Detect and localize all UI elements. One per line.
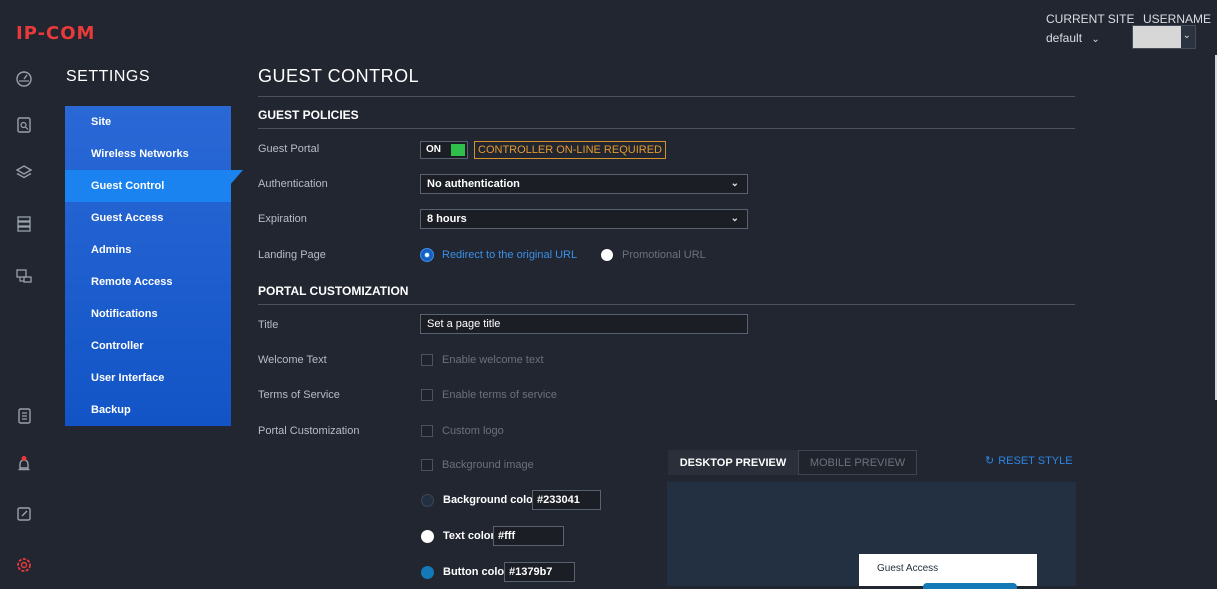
toggle-state: ON <box>426 144 441 155</box>
reset-style-button[interactable]: ↻ RESET STYLE <box>985 454 1073 467</box>
radio-redirect-original[interactable] <box>421 249 433 261</box>
guest-policies-heading: GUEST POLICIES <box>258 108 359 122</box>
settings-nav: Site Wireless Networks Guest Control Gue… <box>65 106 231 426</box>
custom-logo-checkbox[interactable] <box>421 425 433 437</box>
settings-icon[interactable] <box>14 555 34 575</box>
active-nav-arrow <box>229 170 243 186</box>
background-color-input[interactable]: #233041 <box>532 490 601 510</box>
radio-redirect-original-label[interactable]: Redirect to the original URL <box>442 249 577 261</box>
background-color-swatch[interactable] <box>421 494 434 507</box>
nav-item-user-interface[interactable]: User Interface <box>65 362 231 394</box>
settings-title: SETTINGS <box>66 68 151 85</box>
nav-item-admins[interactable]: Admins <box>65 234 231 266</box>
portal-customization-label: Portal Customization <box>258 425 360 437</box>
authentication-label: Authentication <box>258 178 328 190</box>
button-color-label: Button color <box>443 566 509 578</box>
expiration-label: Expiration <box>258 213 307 225</box>
topology-icon[interactable] <box>14 266 34 286</box>
controller-online-badge: CONTROLLER ON-LINE REQUIRED <box>474 141 666 159</box>
divider <box>258 304 1075 305</box>
expiration-select[interactable]: 8 hours ⌄ <box>420 209 748 229</box>
welcome-text-checkbox-label: Enable welcome text <box>442 354 544 366</box>
title-input[interactable]: Set a page title <box>420 314 748 334</box>
authentication-select[interactable]: No authentication ⌄ <box>420 174 748 194</box>
alerts-icon[interactable] <box>14 454 34 474</box>
nav-item-guest-access[interactable]: Guest Access <box>65 202 231 234</box>
terms-of-service-checkbox[interactable] <box>421 389 433 401</box>
devices-icon[interactable] <box>14 214 34 234</box>
nav-item-controller[interactable]: Controller <box>65 330 231 362</box>
background-image-checkbox-label: Background image <box>442 459 534 471</box>
welcome-text-label: Welcome Text <box>258 354 327 366</box>
username-label: USERNAME <box>1143 12 1212 26</box>
tab-desktop-preview[interactable]: DESKTOP PREVIEW <box>668 450 798 475</box>
chevron-down-icon: ⌄ <box>730 213 739 224</box>
username-value <box>1133 26 1181 48</box>
radio-promotional-url-label[interactable]: Promotional URL <box>622 249 706 261</box>
site-select-value: default <box>1046 31 1083 45</box>
terms-of-service-checkbox-label: Enable terms of service <box>442 389 557 401</box>
nav-item-guest-control[interactable]: Guest Control <box>65 170 231 202</box>
text-color-swatch[interactable] <box>421 530 434 543</box>
preview-card-title: Guest Access <box>877 563 939 574</box>
title-label: Title <box>258 319 279 331</box>
preview-card: Guest Access <box>859 554 1037 589</box>
top-bar: IP-COM CURRENT SITE USERNAME default ⌄ ⌄ <box>0 0 1217 52</box>
page-title: GUEST CONTROL <box>258 66 420 86</box>
reset-style-label: RESET STYLE <box>998 455 1073 467</box>
toggle-knob <box>451 144 465 156</box>
radio-promotional-url[interactable] <box>601 249 613 261</box>
guest-portal-label: Guest Portal <box>258 143 320 155</box>
portal-customization-heading: PORTAL CUSTOMIZATION <box>258 284 409 298</box>
divider <box>258 96 1075 97</box>
site-select[interactable]: default ⌄ <box>1046 31 1100 45</box>
text-color-label: Text color <box>443 530 495 542</box>
statistics-icon[interactable] <box>14 115 34 135</box>
background-color-label: Background color <box>443 494 538 506</box>
icon-sidebar <box>0 52 48 586</box>
chevron-down-icon: ⌄ <box>1091 34 1100 45</box>
refresh-icon: ↻ <box>985 455 995 467</box>
background-image-checkbox[interactable] <box>421 459 433 471</box>
nav-item-backup[interactable]: Backup <box>65 394 231 426</box>
edit-icon[interactable] <box>14 504 34 524</box>
dashboard-icon[interactable] <box>14 69 34 89</box>
nav-item-wireless-networks[interactable]: Wireless Networks <box>65 138 231 170</box>
username-select[interactable]: ⌄ <box>1132 25 1196 49</box>
logs-icon[interactable] <box>14 406 34 426</box>
button-color-input[interactable]: #1379b7 <box>504 562 575 582</box>
text-color-input[interactable]: #fff <box>493 526 564 546</box>
nav-item-remote-access[interactable]: Remote Access <box>65 266 231 298</box>
chevron-down-icon: ⌄ <box>1182 30 1191 41</box>
guest-portal-toggle[interactable]: ON <box>420 141 468 159</box>
preview-card-button <box>923 583 1017 589</box>
welcome-text-checkbox[interactable] <box>421 354 433 366</box>
divider <box>258 128 1075 129</box>
landing-page-label: Landing Page <box>258 249 326 261</box>
custom-logo-checkbox-label: Custom logo <box>442 425 504 437</box>
chevron-down-icon: ⌄ <box>730 178 739 189</box>
nav-item-site[interactable]: Site <box>65 106 231 138</box>
nav-item-notifications[interactable]: Notifications <box>65 298 231 330</box>
button-color-swatch[interactable] <box>421 566 434 579</box>
current-site-label: CURRENT SITE <box>1046 12 1135 26</box>
layers-icon[interactable] <box>14 162 34 182</box>
tab-mobile-preview[interactable]: MOBILE PREVIEW <box>798 450 917 475</box>
authentication-value: No authentication <box>427 178 520 190</box>
terms-of-service-label: Terms of Service <box>258 389 340 401</box>
expiration-value: 8 hours <box>427 213 467 225</box>
ip-com-logo: IP-COM <box>16 23 96 44</box>
